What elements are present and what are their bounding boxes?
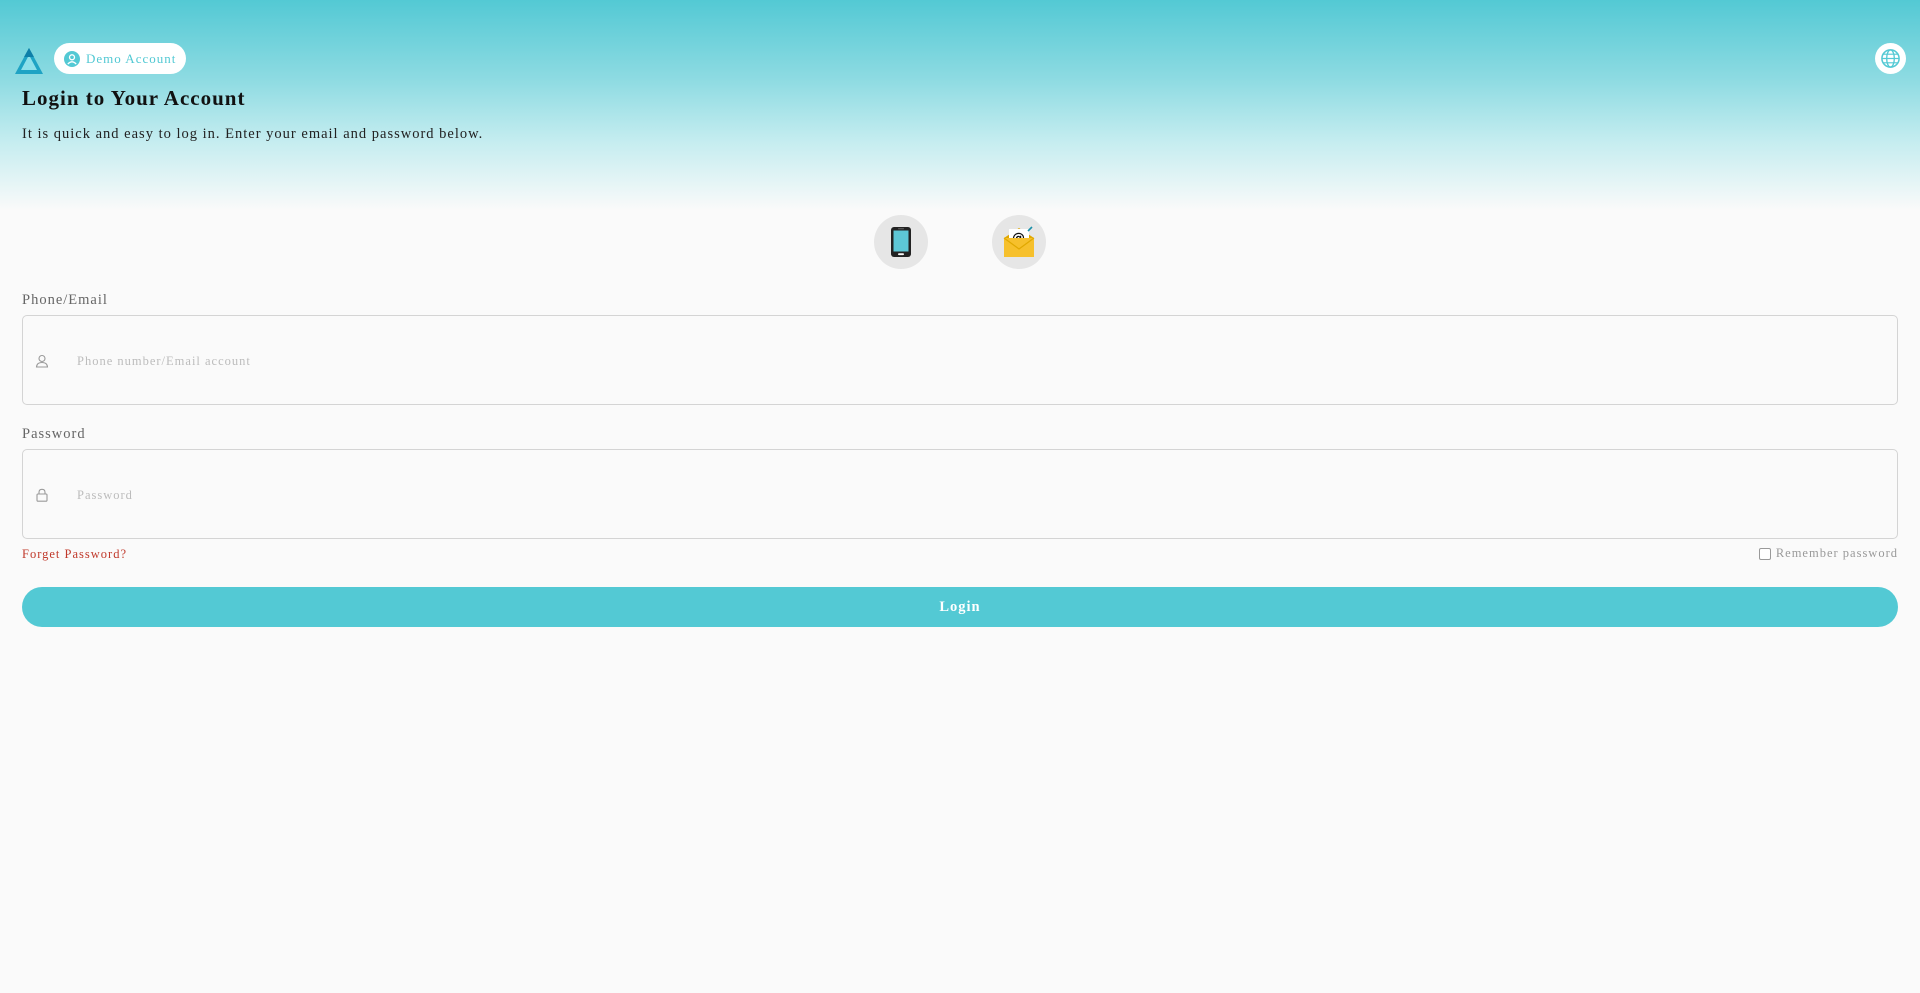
account-input[interactable]: [75, 316, 1879, 406]
account-field: [22, 315, 1898, 406]
page-title: Login to Your Account: [22, 86, 246, 110]
login-button[interactable]: Login: [22, 587, 1898, 627]
password-input[interactable]: [75, 450, 1879, 540]
remember-password-label: Remember password: [1775, 546, 1898, 560]
remember-checkbox[interactable]: [1758, 547, 1771, 560]
page-subtitle: It is quick and easy to log in. Enter yo…: [22, 126, 484, 142]
email-login-tab[interactable]: @: [992, 215, 1046, 269]
password-field-label: Password: [22, 426, 86, 442]
remember-password-toggle[interactable]: Remember password: [1758, 546, 1898, 561]
password-field: [22, 449, 1898, 540]
forget-password-link[interactable]: Forget Password?: [22, 547, 127, 562]
mobile-phone-icon: [891, 227, 911, 257]
user-icon: [35, 354, 49, 368]
globe-icon: [1881, 49, 1900, 68]
header-gradient-banner: [0, 0, 1920, 210]
demo-account-button[interactable]: Demo Account: [54, 43, 187, 74]
triangle-logo-icon[interactable]: [14, 46, 44, 76]
lock-icon: [36, 488, 48, 502]
user-circle-icon: [64, 50, 80, 67]
language-button[interactable]: [1875, 43, 1906, 74]
email-envelope-icon: @: [1003, 226, 1035, 257]
demo-account-label: Demo Account: [86, 50, 177, 66]
phone-login-tab[interactable]: [874, 215, 928, 269]
account-field-label: Phone/Email: [22, 292, 108, 308]
